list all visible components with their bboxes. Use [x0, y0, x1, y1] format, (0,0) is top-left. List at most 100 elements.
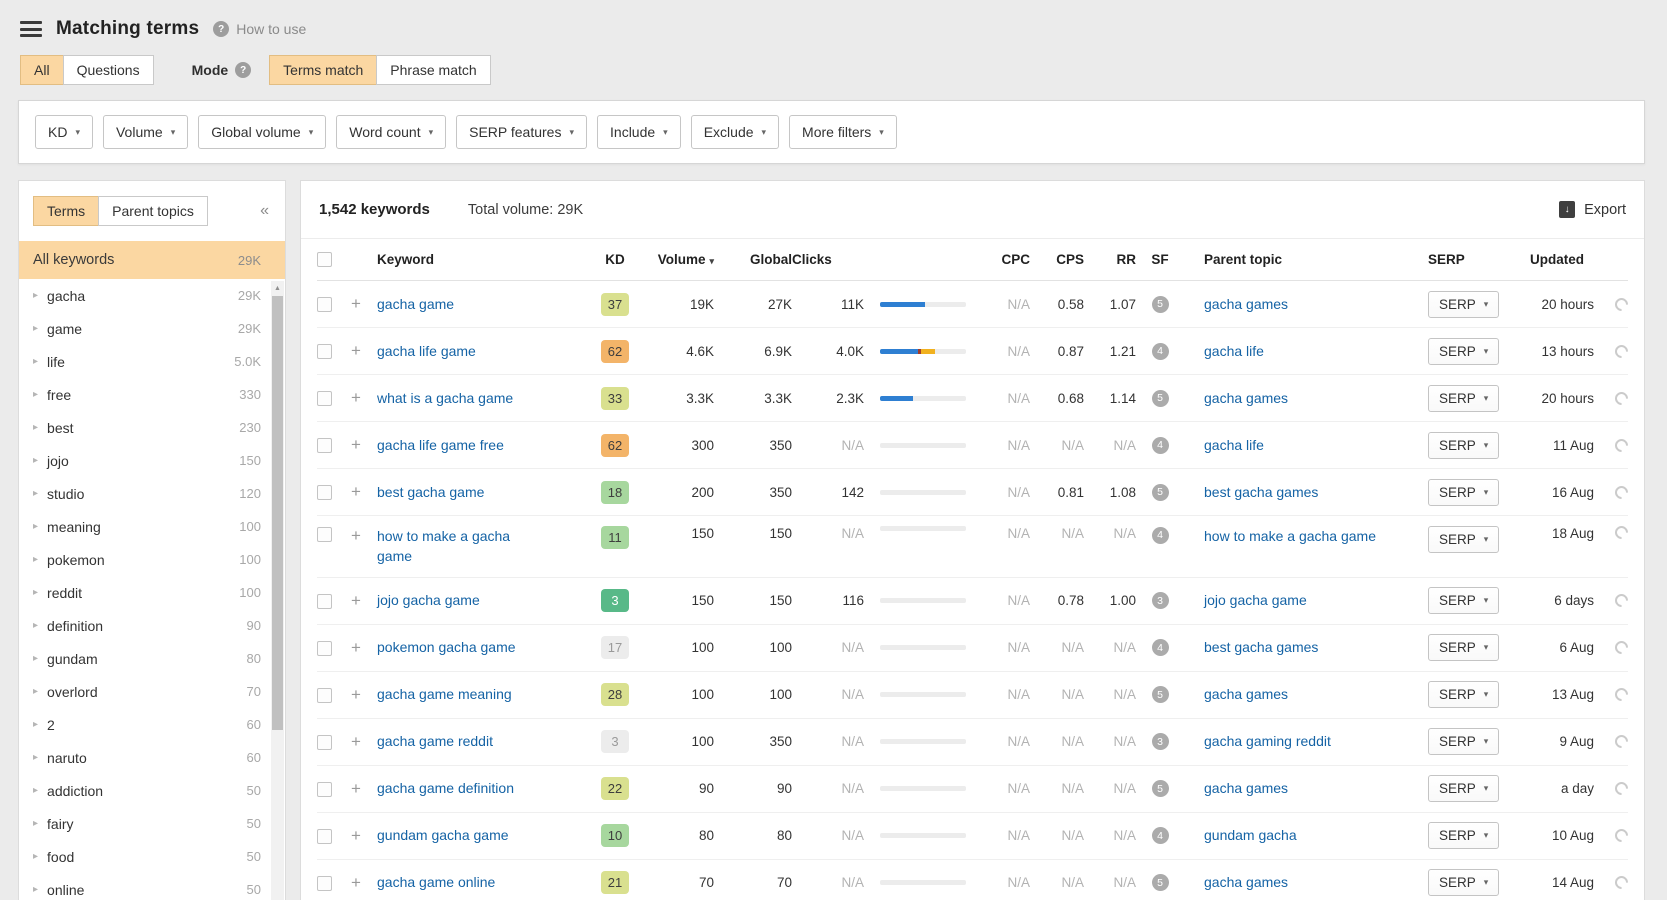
refresh-icon[interactable]: [1612, 342, 1630, 360]
add-keyword-icon[interactable]: +: [351, 524, 377, 546]
serp-features-count-badge[interactable]: 4: [1152, 827, 1169, 844]
add-keyword-icon[interactable]: +: [351, 638, 377, 658]
serp-dropdown-button[interactable]: SERP▾: [1428, 869, 1499, 896]
serp-features-count-badge[interactable]: 5: [1152, 296, 1169, 313]
row-checkbox[interactable]: [317, 297, 332, 312]
keyword-link[interactable]: gacha game online: [377, 872, 495, 892]
serp-features-count-badge[interactable]: 5: [1152, 780, 1169, 797]
scrollbar-up-arrow-icon[interactable]: ▲: [271, 281, 284, 295]
serp-dropdown-button[interactable]: SERP▾: [1428, 385, 1499, 412]
export-button[interactable]: ↓ Export: [1559, 201, 1626, 218]
serp-features-count-badge[interactable]: 4: [1152, 527, 1169, 544]
add-keyword-icon[interactable]: +: [351, 685, 377, 705]
keyword-link[interactable]: what is a gacha game: [377, 388, 513, 408]
col-header-keyword[interactable]: Keyword: [377, 252, 588, 267]
refresh-icon[interactable]: [1612, 779, 1630, 797]
serp-dropdown-button[interactable]: SERP▾: [1428, 479, 1499, 506]
parent-topic-link[interactable]: jojo gacha game: [1204, 590, 1307, 610]
sidebar-item-online[interactable]: ▸online50: [19, 873, 285, 900]
filter-kd[interactable]: KD▾: [35, 115, 93, 149]
row-checkbox[interactable]: [317, 527, 332, 542]
sidebar-item-definition[interactable]: ▸definition90: [19, 609, 285, 642]
refresh-icon[interactable]: [1612, 483, 1630, 501]
parent-topic-link[interactable]: best gacha games: [1204, 482, 1318, 502]
tab-parent-topics[interactable]: Parent topics: [98, 196, 208, 226]
col-header-cpc[interactable]: CPC: [968, 252, 1030, 267]
parent-topic-link[interactable]: gacha gaming reddit: [1204, 731, 1331, 751]
sidebar-item-food[interactable]: ▸food50: [19, 840, 285, 873]
tab-terms[interactable]: Terms: [33, 196, 99, 226]
keyword-link[interactable]: gacha life game free: [377, 435, 504, 455]
parent-topic-link[interactable]: gacha games: [1204, 872, 1288, 892]
refresh-icon[interactable]: [1612, 732, 1630, 750]
keyword-link[interactable]: pokemon gacha game: [377, 637, 516, 657]
serp-features-count-badge[interactable]: 5: [1152, 390, 1169, 407]
serp-dropdown-button[interactable]: SERP▾: [1428, 822, 1499, 849]
keyword-link[interactable]: gacha game reddit: [377, 731, 493, 751]
sidebar-item-fairy[interactable]: ▸fairy50: [19, 807, 285, 840]
serp-features-count-badge[interactable]: 5: [1152, 874, 1169, 891]
col-header-clicks[interactable]: Clicks: [792, 252, 968, 267]
refresh-icon[interactable]: [1612, 389, 1630, 407]
serp-dropdown-button[interactable]: SERP▾: [1428, 338, 1499, 365]
refresh-icon[interactable]: [1612, 591, 1630, 609]
filter-include[interactable]: Include▾: [597, 115, 681, 149]
row-checkbox[interactable]: [317, 782, 332, 797]
col-header-cps[interactable]: CPS: [1030, 252, 1084, 267]
serp-dropdown-button[interactable]: SERP▾: [1428, 681, 1499, 708]
keyword-link[interactable]: gacha game: [377, 294, 454, 314]
filter-more-filters[interactable]: More filters▾: [789, 115, 897, 149]
serp-features-count-badge[interactable]: 3: [1152, 592, 1169, 609]
row-checkbox[interactable]: [317, 391, 332, 406]
scrollbar-thumb[interactable]: [272, 296, 283, 730]
refresh-icon[interactable]: [1612, 873, 1630, 891]
sidebar-item-addiction[interactable]: ▸addiction50: [19, 774, 285, 807]
sidebar-item-naruto[interactable]: ▸naruto60: [19, 741, 285, 774]
serp-dropdown-button[interactable]: SERP▾: [1428, 728, 1499, 755]
row-checkbox[interactable]: [317, 876, 332, 891]
sidebar-item-2[interactable]: ▸260: [19, 708, 285, 741]
sidebar-item-studio[interactable]: ▸studio120: [19, 477, 285, 510]
sidebar-item-game[interactable]: ▸game29K: [19, 312, 285, 345]
parent-topic-link[interactable]: gacha games: [1204, 778, 1288, 798]
add-keyword-icon[interactable]: +: [351, 591, 377, 611]
keyword-link[interactable]: best gacha game: [377, 482, 484, 502]
add-keyword-icon[interactable]: +: [351, 873, 377, 893]
serp-dropdown-button[interactable]: SERP▾: [1428, 291, 1499, 318]
sidebar-item-jojo[interactable]: ▸jojo150: [19, 444, 285, 477]
add-keyword-icon[interactable]: +: [351, 482, 377, 502]
keyword-link[interactable]: gacha game meaning: [377, 684, 512, 704]
sidebar-scrollbar[interactable]: ▲: [271, 281, 284, 900]
filter-serp-features[interactable]: SERP features▾: [456, 115, 587, 149]
serp-features-count-badge[interactable]: 4: [1152, 639, 1169, 656]
refresh-icon[interactable]: [1612, 436, 1630, 454]
tab-questions[interactable]: Questions: [63, 55, 154, 85]
sidebar-item-pokemon[interactable]: ▸pokemon100: [19, 543, 285, 576]
filter-volume[interactable]: Volume▾: [103, 115, 188, 149]
col-header-parent-topic[interactable]: Parent topic: [1184, 252, 1414, 267]
sidebar-item-free[interactable]: ▸free330: [19, 378, 285, 411]
serp-features-count-badge[interactable]: 3: [1152, 733, 1169, 750]
row-checkbox[interactable]: [317, 344, 332, 359]
serp-dropdown-button[interactable]: SERP▾: [1428, 526, 1499, 553]
parent-topic-link[interactable]: gacha games: [1204, 388, 1288, 408]
mode-help-icon[interactable]: ?: [235, 62, 251, 78]
col-header-kd[interactable]: KD: [588, 252, 642, 267]
row-checkbox[interactable]: [317, 829, 332, 844]
add-keyword-icon[interactable]: +: [351, 826, 377, 846]
add-keyword-icon[interactable]: +: [351, 435, 377, 455]
keyword-link[interactable]: how to make a gacha game: [377, 526, 545, 567]
serp-dropdown-button[interactable]: SERP▾: [1428, 634, 1499, 661]
sidebar-item-life[interactable]: ▸life5.0K: [19, 345, 285, 378]
parent-topic-link[interactable]: how to make a gacha game: [1204, 526, 1376, 546]
sidebar-item-meaning[interactable]: ▸meaning100: [19, 510, 285, 543]
row-checkbox[interactable]: [317, 438, 332, 453]
serp-dropdown-button[interactable]: SERP▾: [1428, 587, 1499, 614]
refresh-icon[interactable]: [1612, 826, 1630, 844]
parent-topic-link[interactable]: gacha games: [1204, 684, 1288, 704]
parent-topic-link[interactable]: gacha life: [1204, 435, 1264, 455]
serp-dropdown-button[interactable]: SERP▾: [1428, 432, 1499, 459]
keyword-link[interactable]: gacha game definition: [377, 778, 514, 798]
add-keyword-icon[interactable]: +: [351, 732, 377, 752]
sidebar-item-best[interactable]: ▸best230: [19, 411, 285, 444]
